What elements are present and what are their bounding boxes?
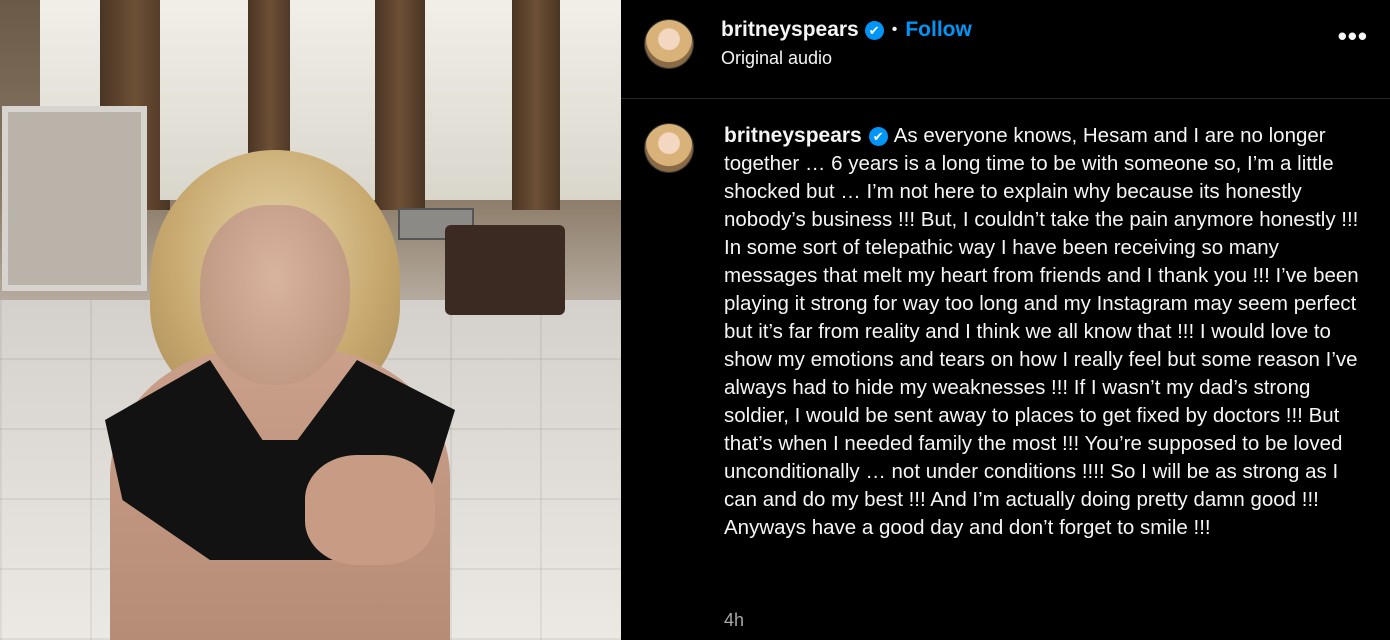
- person-face: [200, 205, 350, 385]
- header-user-line: britneyspears ✔ • Follow: [721, 16, 972, 44]
- caption-text: As everyone knows, Hesam and I are no lo…: [724, 124, 1359, 539]
- verified-badge-icon: ✔: [864, 21, 884, 40]
- window-backdrop: [425, 0, 520, 200]
- post-timestamp[interactable]: 4h: [724, 610, 744, 631]
- follow-button[interactable]: Follow: [905, 18, 972, 41]
- more-options-icon[interactable]: •••: [1338, 23, 1368, 49]
- sofa: [445, 225, 565, 315]
- person-hand: [305, 455, 435, 565]
- post-details-panel: britneyspears ✔ • Follow Original audio •••…: [621, 0, 1390, 640]
- avatar[interactable]: [645, 124, 693, 172]
- post-header: britneyspears ✔ • Follow Original audio •••: [621, 0, 1390, 99]
- window-backdrop: [560, 0, 621, 200]
- verified-badge-icon: ✔: [868, 127, 888, 146]
- header-username[interactable]: britneyspears: [721, 18, 859, 41]
- caption-username[interactable]: britneyspears: [724, 124, 862, 147]
- separator-dot: •: [891, 21, 898, 38]
- mirror: [2, 106, 147, 291]
- original-audio-link[interactable]: Original audio: [721, 48, 832, 69]
- post-video[interactable]: [0, 0, 621, 640]
- curtain: [512, 0, 560, 210]
- curtain: [375, 0, 425, 210]
- avatar[interactable]: [645, 20, 693, 68]
- caption-text-block: britneyspears ✔ As everyone knows, Hesam a…: [724, 122, 1364, 542]
